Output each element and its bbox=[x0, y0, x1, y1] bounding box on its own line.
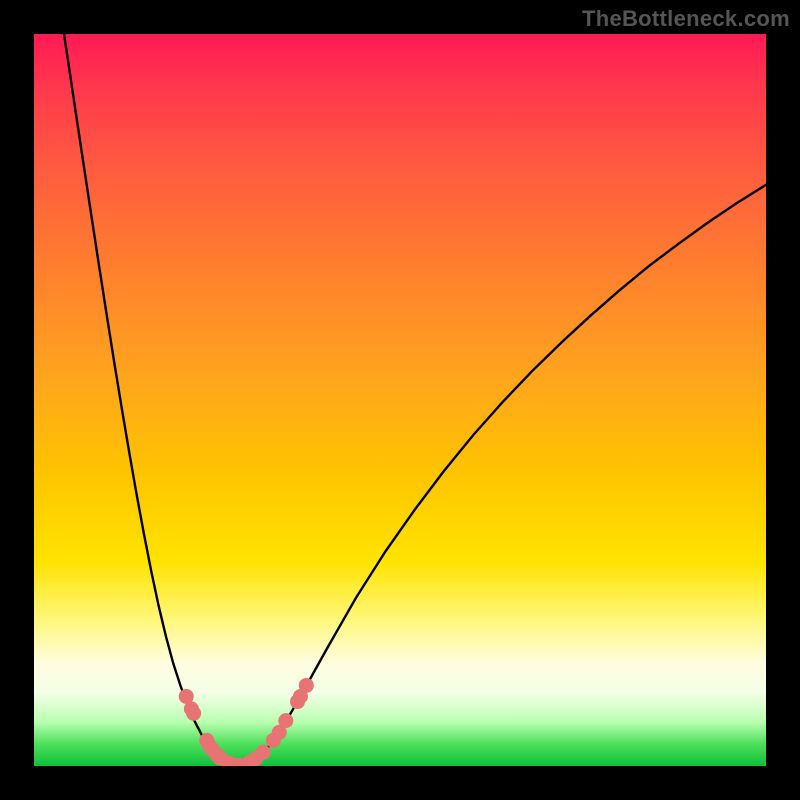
data-marker bbox=[186, 706, 201, 721]
chart-plot-area bbox=[34, 34, 766, 766]
data-marker bbox=[299, 678, 314, 693]
marker-group bbox=[179, 678, 314, 766]
curve-group bbox=[64, 34, 766, 766]
chart-svg bbox=[34, 34, 766, 766]
data-marker bbox=[278, 713, 293, 728]
chart-frame: TheBottleneck.com bbox=[0, 0, 800, 800]
right-curve bbox=[237, 185, 766, 766]
data-marker bbox=[256, 745, 271, 760]
left-curve bbox=[64, 34, 237, 766]
watermark-text: TheBottleneck.com bbox=[582, 6, 790, 32]
